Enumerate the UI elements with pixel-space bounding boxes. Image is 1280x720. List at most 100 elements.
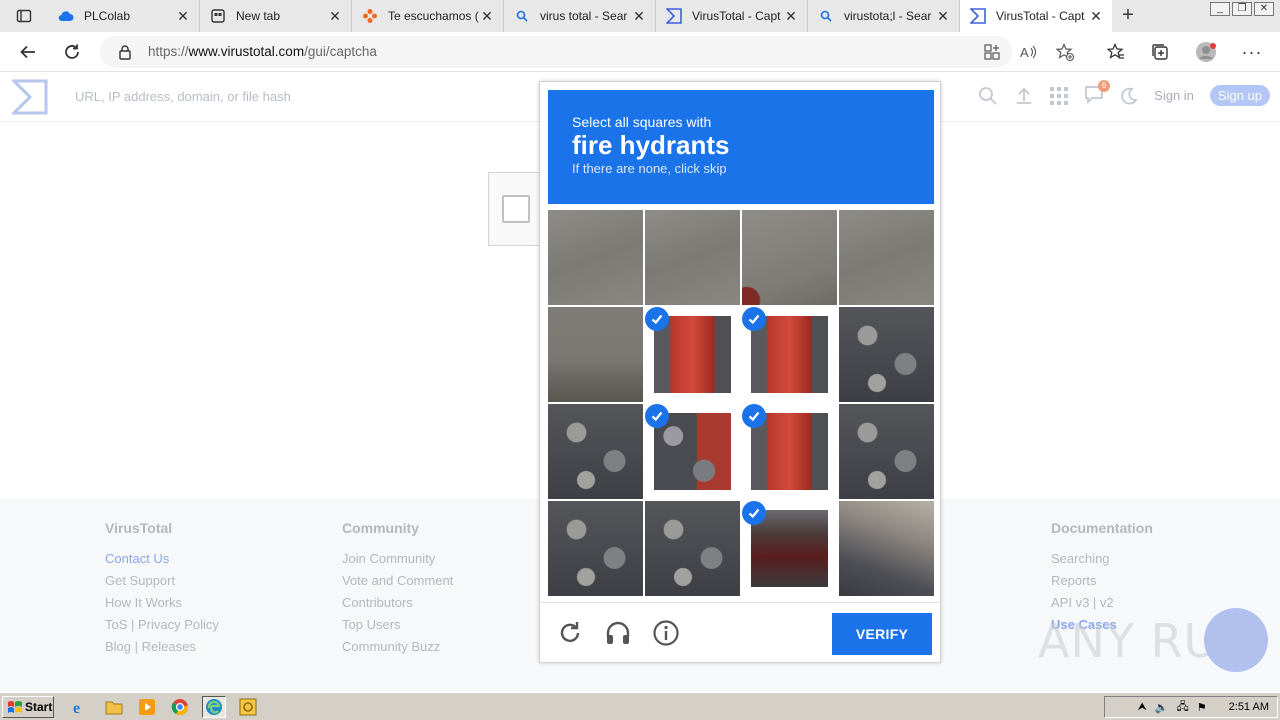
new-tab-icon <box>210 8 226 24</box>
captcha-tile-image <box>548 210 643 305</box>
apps-grid-icon[interactable] <box>1050 86 1069 105</box>
captcha-tile[interactable] <box>742 501 837 596</box>
info-icon[interactable] <box>652 619 680 647</box>
footer-link-searching[interactable]: Searching <box>1051 548 1153 570</box>
captcha-tile[interactable] <box>645 404 740 499</box>
close-window-icon[interactable]: ✕ <box>1254 2 1274 16</box>
new-tab-button[interactable]: + <box>1112 0 1144 32</box>
tab-close-icon[interactable]: ✕ <box>783 8 799 25</box>
network-icon[interactable]: 🖧 <box>1177 698 1189 717</box>
tab-virustotal-captcha[interactable]: VirusTotal - Capt ✕ <box>656 0 808 32</box>
sign-up-button[interactable]: Sign up <box>1209 85 1270 106</box>
virustotal-logo-icon[interactable] <box>12 79 48 115</box>
captcha-tile[interactable] <box>645 210 740 305</box>
tab-close-icon[interactable]: ✕ <box>175 8 191 25</box>
captcha-tile[interactable] <box>645 501 740 596</box>
favorites-button[interactable] <box>1102 38 1130 66</box>
tab-close-icon[interactable]: ✕ <box>327 8 343 25</box>
recaptcha-checkbox[interactable] <box>502 195 530 223</box>
tab-title: PLColab <box>84 9 131 23</box>
captcha-tile[interactable] <box>645 307 740 402</box>
captcha-tile[interactable] <box>742 404 837 499</box>
notes-app-icon[interactable] <box>236 696 260 718</box>
svg-text:e: e <box>73 700 80 716</box>
tab-close-icon[interactable]: ✕ <box>1088 8 1104 25</box>
url-text: https://www.virustotal.com/gui/captcha <box>148 44 377 59</box>
chrome-icon[interactable] <box>168 696 192 718</box>
add-favorite-icon[interactable] <box>1056 43 1074 61</box>
footer-link-community-buzz[interactable]: Community Buzz <box>342 636 453 658</box>
audio-challenge-icon[interactable] <box>604 619 632 647</box>
tab-virustotal-captcha-active[interactable]: VirusTotal - Capt ✕ <box>960 0 1112 32</box>
search-input[interactable]: URL, IP address, domain, or file hash <box>75 89 291 104</box>
collections-button[interactable] <box>1146 38 1174 66</box>
tab-actions-button[interactable] <box>0 0 48 32</box>
tab-new-tab[interactable]: New tab ✕ <box>200 0 352 32</box>
url-path: /gui/captcha <box>304 44 377 59</box>
reload-icon[interactable] <box>556 619 584 647</box>
refresh-button[interactable] <box>58 38 86 66</box>
back-arrow-icon <box>20 45 35 59</box>
tab-virus-total-search[interactable]: virus total - Sear ✕ <box>504 0 656 32</box>
profile-button[interactable] <box>1192 38 1220 66</box>
media-player-icon[interactable] <box>135 696 159 718</box>
volume-icon[interactable]: 🔈 <box>1155 701 1169 714</box>
footer-link-contributors[interactable]: Contributors <box>342 592 453 614</box>
footer-heading: Community <box>342 520 419 536</box>
tab-close-icon[interactable]: ✕ <box>935 8 951 25</box>
footer-link-vote-comment[interactable]: Vote and Comment <box>342 570 453 592</box>
tab-close-icon[interactable]: ✕ <box>631 8 647 25</box>
tab-virustotal-search[interactable]: virustota;l - Sear ✕ <box>808 0 960 32</box>
verify-button[interactable]: VERIFY <box>832 613 932 655</box>
tab-plcolab[interactable]: PLColab ✕ <box>48 0 200 32</box>
captcha-tile[interactable] <box>839 210 934 305</box>
checkmark-icon <box>742 404 766 428</box>
captcha-tile[interactable] <box>548 210 643 305</box>
start-button[interactable]: Start <box>2 696 54 718</box>
watermark-logo <box>1204 608 1268 672</box>
tab-title: New tab <box>236 9 281 23</box>
upload-icon[interactable] <box>1014 86 1034 106</box>
captcha-tile[interactable] <box>548 404 643 499</box>
minimize-icon[interactable]: _ <box>1210 2 1230 16</box>
captcha-tile[interactable] <box>839 404 934 499</box>
address-bar[interactable]: https://www.virustotal.com/gui/captcha A <box>100 36 1074 68</box>
ie-icon[interactable]: e <box>68 696 92 718</box>
settings-more-button[interactable]: ··· <box>1238 38 1266 66</box>
tab-actions-icon <box>16 9 32 23</box>
url-host: www.virustotal.com <box>188 44 305 59</box>
footer-link-reports[interactable]: Reports <box>1051 570 1153 592</box>
notifications-button[interactable]: 6 <box>1084 80 1111 107</box>
header-actions: 6 Sign in Sign up <box>978 80 1270 107</box>
footer-link-get-support[interactable]: Get Support <box>105 570 219 592</box>
captcha-tile-image <box>548 501 643 596</box>
footer-link-blog-releases[interactable]: Blog | Releases <box>105 636 219 658</box>
dark-mode-icon[interactable] <box>1120 87 1138 105</box>
tab-te-escuchamos[interactable]: Te escuchamos ( ✕ <box>352 0 504 32</box>
captcha-tile-image <box>654 316 731 393</box>
tab-close-icon[interactable]: ✕ <box>479 8 495 25</box>
captcha-tile[interactable] <box>839 501 934 596</box>
captcha-tile[interactable] <box>742 307 837 402</box>
restore-icon[interactable]: ❐ <box>1232 2 1252 16</box>
tray-expand-icon[interactable]: ⮝ <box>1137 701 1146 714</box>
captcha-tile[interactable] <box>742 210 837 305</box>
read-aloud-icon[interactable]: A <box>1020 44 1038 60</box>
footer-link-how-it-works[interactable]: How It Works <box>105 592 219 614</box>
captcha-tile[interactable] <box>548 307 643 402</box>
more-dots-icon: ··· <box>1241 41 1263 62</box>
orange-flower-icon <box>362 8 378 24</box>
edge-icon[interactable] <box>202 696 226 718</box>
footer-link-contact-us[interactable]: Contact Us <box>105 548 219 570</box>
footer-link-tos-privacy[interactable]: ToS | Privacy Policy <box>105 614 219 636</box>
footer-link-join-community[interactable]: Join Community <box>342 548 453 570</box>
app-available-icon[interactable] <box>984 44 1000 60</box>
sign-in-link[interactable]: Sign in <box>1154 88 1194 103</box>
back-button[interactable] <box>14 38 42 66</box>
search-icon[interactable] <box>978 86 998 106</box>
captcha-tile[interactable] <box>839 307 934 402</box>
footer-link-top-users[interactable]: Top Users <box>342 614 453 636</box>
flag-icon[interactable]: ⚑ <box>1197 701 1207 714</box>
captcha-tile[interactable] <box>548 501 643 596</box>
explorer-folder-icon[interactable] <box>102 696 126 718</box>
